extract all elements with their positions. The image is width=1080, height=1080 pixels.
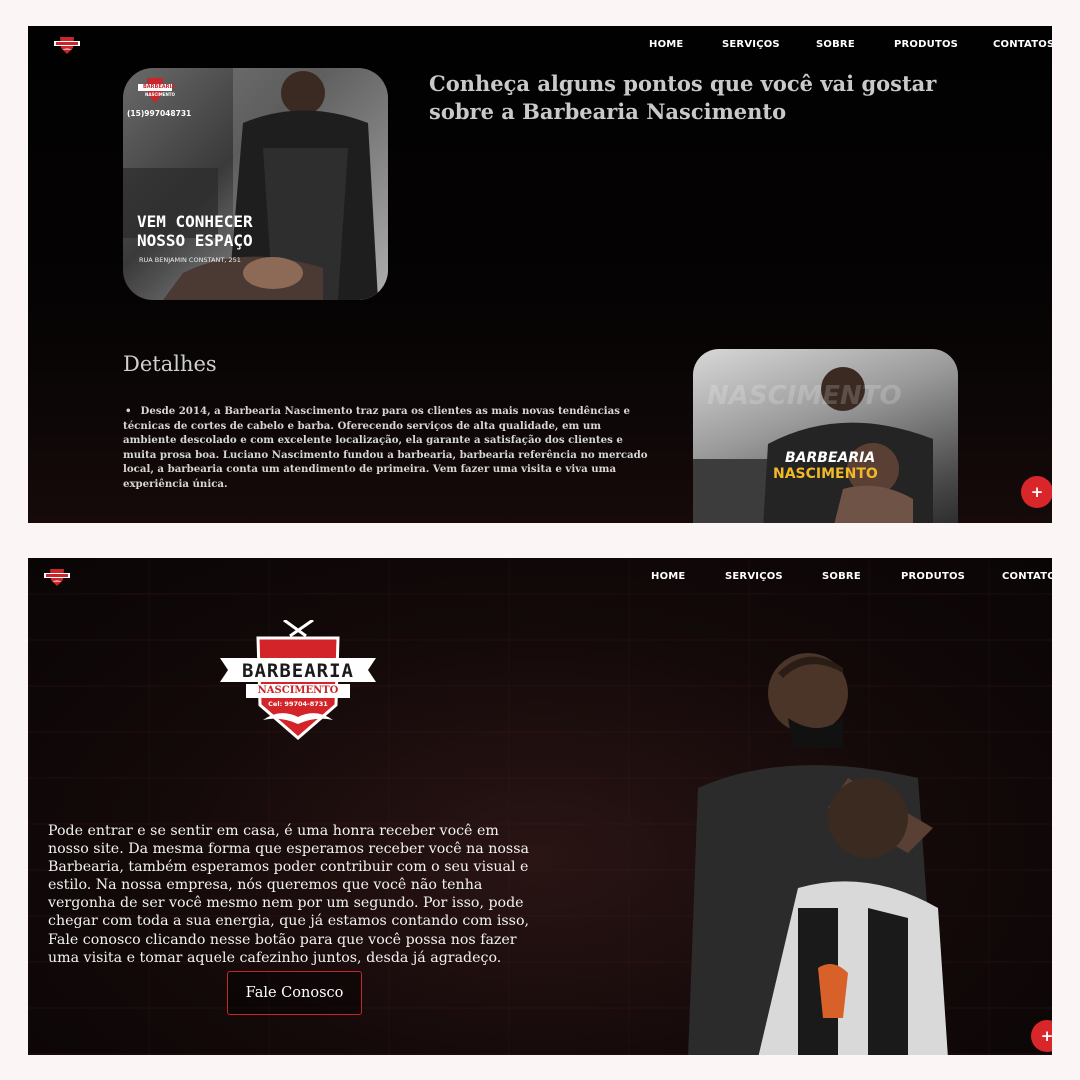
about-screenshot: HOME SERVIÇOS SOBRE PRODUTOS CONTATOS BA… [28, 26, 1052, 523]
about-heading: Conheça alguns pontos que você vai gosta… [429, 71, 937, 124]
details-text: Desde 2014, a Barbearia Nascimento traz … [123, 405, 648, 490]
contact-button[interactable]: Fale Conosco [227, 971, 362, 1015]
nav-contatos[interactable]: CONTATOS [993, 39, 1052, 50]
photo-brand-line1: BARBEARIA [785, 450, 876, 466]
barbershop-logo-small[interactable] [40, 566, 74, 588]
logo-title: BARBEARIA [242, 660, 354, 682]
nav-home[interactable]: HOME [649, 39, 683, 50]
photo-brand-line2: NASCIMENTO [773, 466, 878, 482]
nav-servicos[interactable]: SERVIÇOS [725, 571, 783, 582]
poster-phone: (15)997048731 [127, 109, 192, 118]
poster-line1: VEM CONHECER [137, 212, 253, 231]
barber-hero-photo [688, 653, 948, 1055]
floating-add-button[interactable]: + [1031, 1020, 1052, 1052]
photo-watermark: NASCIMENTO [707, 381, 902, 411]
nav-contatos[interactable]: CONTATO [1002, 571, 1052, 582]
bullet-icon: • [125, 405, 132, 417]
poster-line2: NOSSO ESPAÇO [137, 231, 253, 250]
poster-badge-title: BARBEARIA [143, 84, 176, 90]
poster-badge-subtitle: NASCIMENTO [145, 92, 175, 97]
details-paragraph: • Desde 2014, a Barbearia Nascimento traz… [123, 404, 653, 491]
nav-servicos[interactable]: SERVIÇOS [722, 39, 780, 50]
details-heading: Detalhes [123, 352, 217, 376]
logo-phone: Cel: 99704-8731 [268, 700, 328, 708]
floating-add-button[interactable]: + [1021, 476, 1052, 508]
nav-produtos[interactable]: PRODUTOS [901, 571, 965, 582]
poster-badge-icon [138, 78, 172, 103]
poster-headline: VEM CONHECER NOSSO ESPAÇO [137, 212, 253, 250]
nav-sobre[interactable]: SOBRE [822, 571, 861, 582]
home-screenshot: HOME SERVIÇOS SOBRE PRODUTOS CONTATO BAR… [28, 558, 1052, 1055]
nav-sobre[interactable]: SOBRE [816, 39, 855, 50]
barber-working-illustration [693, 367, 933, 523]
logo-subtitle: NASCIMENTO [257, 685, 339, 696]
space-photo: BARBEARIA NASCIMENTO (15)997048731 VEM C… [123, 68, 388, 300]
logo-shield-icon [220, 620, 376, 740]
barber-working-photo: NASCIMENTO BARBEARIA NASCIMENTO [693, 349, 958, 523]
barbershop-logo-small[interactable] [50, 34, 84, 56]
nav-home[interactable]: HOME [651, 571, 685, 582]
nav-produtos[interactable]: PRODUTOS [894, 39, 958, 50]
poster-badge: BARBEARIA NASCIMENTO [135, 76, 175, 106]
welcome-paragraph: Pode entrar e se sentir em casa, é uma h… [48, 823, 529, 966]
poster-address: RUA BENJAMIN CONSTANT, 251 [139, 256, 241, 264]
barbershop-logo: BARBEARIA NASCIMENTO Cel: 99704-8731 [218, 620, 378, 745]
